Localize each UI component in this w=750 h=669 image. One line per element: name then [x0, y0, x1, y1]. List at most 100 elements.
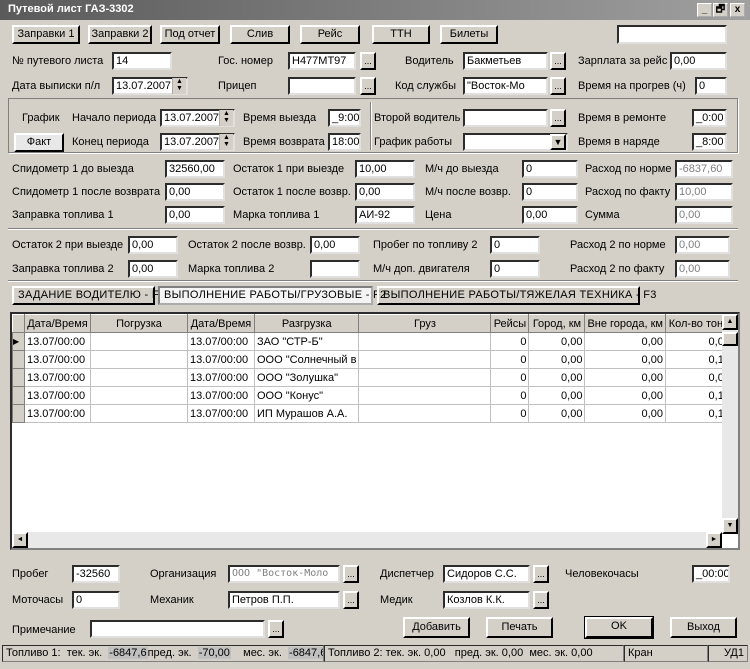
second-driver-input[interactable] [463, 109, 548, 127]
table-row[interactable]: ▶ 13.07/00:00 13.07/00:00 ЗАО "СТР-Б" 0 0,00 0… [12, 332, 733, 351]
close-button[interactable]: x [730, 3, 745, 17]
restore-button[interactable]: 🗗 [713, 3, 728, 17]
medic-browse-button[interactable]: ... [533, 591, 549, 609]
table-cell[interactable]: 0 [490, 368, 530, 387]
vertical-scrollbar[interactable]: ▲ ▼ [722, 314, 738, 534]
table-cell[interactable]: 0 [490, 386, 530, 405]
org-input[interactable]: ООО "Восток-Моло [228, 565, 340, 583]
current-row-icon[interactable]: ▶ [12, 332, 25, 351]
column-header[interactable]: Груз [358, 314, 492, 333]
fuel2-input[interactable]: 0,00 [310, 236, 360, 254]
table-cell[interactable]: 0 [490, 404, 530, 423]
column-header[interactable]: Погрузка [90, 314, 188, 333]
note-browse-button[interactable]: ... [268, 620, 284, 638]
table-cell[interactable]: 13.07/00:00 [187, 404, 255, 423]
exit-button[interactable]: Выход [670, 617, 737, 638]
table-cell[interactable]: 0,00 [584, 332, 666, 351]
mechanic-browse-button[interactable]: ... [343, 591, 359, 609]
toolbar-button-5[interactable]: ТТН [372, 25, 430, 44]
table-cell[interactable]: 13.07/00:00 [187, 332, 255, 351]
table-cell[interactable]: 0,00 [584, 368, 666, 387]
table-cell[interactable]: 13.07/00:00 [187, 386, 255, 405]
toolbar-field[interactable] [617, 25, 727, 44]
table-cell[interactable]: 0,00 [584, 350, 666, 369]
row-indicator[interactable] [12, 368, 25, 387]
service-browse-button[interactable]: ... [550, 77, 566, 95]
table-row[interactable]: 13.07/00:00 13.07/00:00 ООО "Солнечный в00… [12, 350, 733, 369]
table-cell[interactable]: 0,00 [528, 350, 586, 369]
fuel1-input[interactable]: 0,00 [355, 183, 415, 201]
table-cell[interactable] [358, 386, 492, 405]
waybill-no-input[interactable]: 14 [112, 52, 172, 70]
fuel1-input[interactable]: 10,00 [675, 183, 733, 201]
table-cell[interactable]: ООО "Конус" [253, 386, 360, 405]
plate-browse-button[interactable]: ... [360, 52, 376, 70]
chevron-down-icon[interactable]: ▼ [550, 134, 566, 150]
table-cell[interactable] [90, 350, 188, 369]
fuel1-input[interactable]: 0,00 [522, 206, 578, 224]
ok-button[interactable]: OK [584, 616, 654, 639]
fuel1-input[interactable]: 0,00 [165, 206, 225, 224]
fuel1-input[interactable]: 10,00 [355, 160, 415, 178]
table-cell[interactable]: 0 [490, 350, 530, 369]
table-cell[interactable] [90, 368, 188, 387]
driver-input[interactable]: Бакметьев [463, 52, 548, 70]
dispatcher-browse-button[interactable]: ... [533, 565, 549, 583]
table-cell[interactable]: 0,00 [584, 386, 666, 405]
table-cell[interactable] [90, 386, 188, 405]
dispatcher-input[interactable]: Сидоров С.С. [443, 565, 530, 583]
column-header[interactable]: Дата/Время [24, 314, 91, 333]
toolbar-button-0[interactable]: Заправки 1 [12, 25, 80, 44]
table-row[interactable]: 13.07/00:00 13.07/00:00 ИП Мурашов А.А. 0 0,… [12, 404, 733, 423]
toolbar-button-1[interactable]: Заправки 2 [88, 25, 152, 44]
table-cell[interactable]: 0,00 [528, 404, 586, 423]
end-spinner[interactable]: ▲ ▼ [219, 134, 233, 150]
scroll-thumb[interactable] [722, 332, 738, 346]
fuel2-input[interactable]: 0 [490, 236, 540, 254]
second-driver-browse-button[interactable]: ... [550, 109, 566, 127]
start-spinner[interactable]: ▲ ▼ [219, 110, 233, 126]
fuel1-input[interactable]: -6837,60 [675, 160, 733, 178]
driver-browse-button[interactable]: ... [550, 52, 566, 70]
table-cell[interactable]: 13.07/00:00 [24, 350, 91, 369]
medic-input[interactable]: Козлов К.К. [443, 591, 530, 609]
org-browse-button[interactable]: ... [343, 565, 359, 583]
column-header[interactable]: Разгрузка [253, 314, 360, 333]
manhours-input[interactable]: _00:00 [692, 565, 730, 583]
table-cell[interactable] [90, 332, 188, 351]
scroll-left-button[interactable]: ◄ [12, 532, 28, 548]
table-cell[interactable] [358, 368, 492, 387]
table-cell[interactable]: 13.07/00:00 [24, 386, 91, 405]
salary-input[interactable]: 0,00 [670, 52, 727, 70]
column-header[interactable]: Город, км [528, 314, 586, 333]
repair-input[interactable]: _0:00 [692, 109, 727, 127]
fuel2-input[interactable] [310, 260, 360, 278]
table-cell[interactable]: 0,00 [528, 368, 586, 387]
table-cell[interactable] [358, 332, 492, 351]
trailer-input[interactable] [288, 77, 356, 95]
column-header[interactable]: Дата/Время [187, 314, 255, 333]
table-cell[interactable]: 13.07/00:00 [24, 368, 91, 387]
column-header[interactable]: Рейсы [490, 314, 530, 333]
mileage-input[interactable]: -32560 [72, 565, 120, 583]
row-indicator[interactable] [12, 386, 25, 405]
fuel2-input[interactable]: 0,00 [675, 260, 730, 278]
toolbar-button-3[interactable]: Слив [230, 25, 290, 44]
trailer-browse-button[interactable]: ... [360, 77, 376, 95]
minimize-button[interactable]: _ [697, 3, 712, 17]
table-cell[interactable]: ЗАО "СТР-Б" [253, 332, 360, 351]
table-cell[interactable]: ООО "Солнечный в [253, 350, 360, 369]
tab-driver-task[interactable]: ЗАДАНИЕ ВОДИТЕЛЮ - F1 [12, 286, 165, 305]
table-cell[interactable] [90, 404, 188, 423]
toolbar-button-4[interactable]: Рейс [300, 25, 360, 44]
issue-date-spinner[interactable]: ▲ ▼ [172, 78, 186, 94]
motohours-input[interactable]: 0 [72, 591, 120, 609]
fuel1-input[interactable]: 0 [522, 183, 578, 201]
duty-input[interactable]: _8:00 [692, 133, 727, 151]
fuel1-input[interactable]: 32560,00 [165, 160, 225, 178]
fuel1-input[interactable]: АИ-92 [355, 206, 415, 224]
table-cell[interactable]: ИП Мурашов А.А. [253, 404, 360, 423]
table-cell[interactable]: 13.07/00:00 [187, 350, 255, 369]
toolbar-button-2[interactable]: Под отчет [160, 25, 220, 44]
table-cell[interactable] [358, 404, 492, 423]
